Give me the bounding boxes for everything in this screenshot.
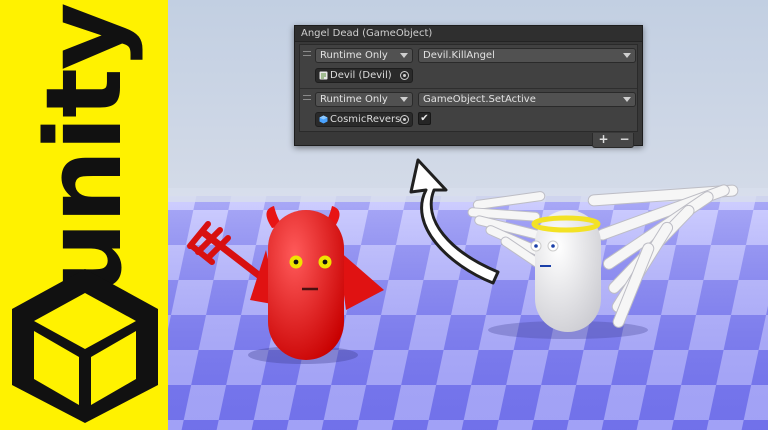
function-value: Devil.KillAngel [423,50,495,61]
runtime-mode-dropdown[interactable]: Runtime Only [315,48,413,63]
panel-title: Angel Dead (GameObject) [295,26,642,42]
chevron-down-icon [400,97,408,102]
event-entry: Runtime Only GameObject.SetActive Cosmic… [300,91,637,131]
unity-cube-logo-icon [12,269,158,423]
runtime-mode-value: Runtime Only [320,50,388,61]
chevron-down-icon [623,97,631,102]
event-entry: Runtime Only Devil.KillAngel Devil (Devi… [300,47,637,87]
chevron-down-icon [623,53,631,58]
chevron-down-icon [400,53,408,58]
function-value: GameObject.SetActive [423,94,536,105]
event-list: Runtime Only Devil.KillAngel Devil (Devi… [299,44,638,132]
function-dropdown[interactable]: GameObject.SetActive [418,92,636,107]
target-object-value: Devil (Devil) [330,70,392,81]
brand-strip: unity [0,0,168,430]
list-footer-tools: + − [592,132,635,148]
unity-wordmark: unity [23,4,145,296]
remove-entry-button[interactable]: − [614,132,635,147]
target-object-field[interactable]: Devil (Devil) [315,68,413,83]
unity-event-panel: Angel Dead (GameObject) Runtime Only Dev… [294,25,643,148]
function-dropdown[interactable]: Devil.KillAngel [418,48,636,63]
target-object-value: CosmicReversa [330,114,407,125]
runtime-mode-dropdown[interactable]: Runtime Only [315,92,413,107]
object-picker-icon[interactable] [400,71,409,80]
gameobject-icon [319,115,328,124]
drag-handle-icon[interactable] [303,51,311,56]
add-entry-button[interactable]: + [593,132,614,147]
setactive-checkbox[interactable]: ✔ [418,112,431,125]
object-picker-icon[interactable] [400,115,409,124]
divider [300,88,637,89]
target-object-field[interactable]: CosmicReversa [315,112,413,127]
drag-handle-icon[interactable] [303,95,311,100]
script-icon [319,71,328,80]
runtime-mode-value: Runtime Only [320,94,388,105]
